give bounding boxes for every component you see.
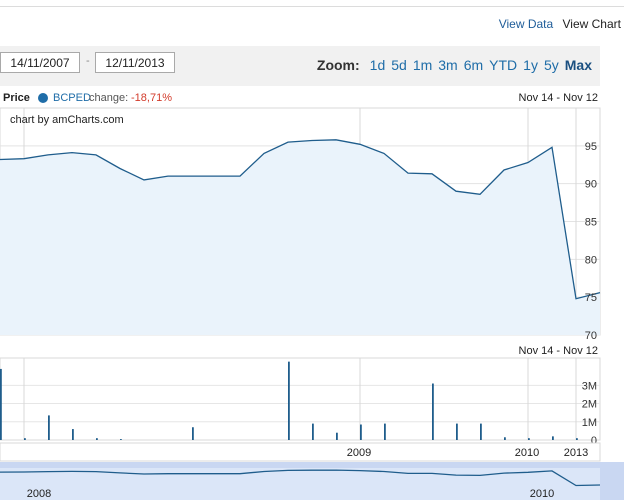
volume-bar (72, 429, 74, 440)
volume-bar (480, 423, 482, 440)
navigator-tick-label: 2010 (515, 447, 539, 459)
volume-tick-label: 1M (582, 417, 597, 429)
navigator-axis-band (0, 442, 601, 462)
scroll-tick-label: 2008 (27, 488, 51, 500)
navigator-tick-label: 2009 (347, 447, 371, 459)
volume-bar (0, 368, 2, 440)
volume-bar (336, 432, 338, 440)
volume-date-range: Nov 14 - Nov 12 (518, 345, 598, 357)
volume-bar (48, 415, 50, 440)
price-tick-label: 85 (585, 217, 597, 229)
chart-credit: chart by amCharts.com (10, 114, 124, 126)
volume-tick-label: 3M (582, 380, 597, 392)
volume-bar (120, 439, 122, 440)
price-tick-label: 70 (585, 330, 597, 342)
navigator-tick-label: 2013 (564, 447, 588, 459)
volume-bar (360, 424, 362, 440)
volume-grid (0, 357, 601, 441)
stock-chart: 959085807570 3M2M1M0 2009 2010 2013 2008 20… (0, 107, 624, 500)
volume-bar (312, 423, 314, 440)
price-area (0, 139, 600, 335)
volume-tick-label: 2M (582, 399, 597, 411)
volume-bar (456, 423, 458, 440)
volume-bar (192, 427, 194, 440)
volume-bar (384, 423, 386, 440)
volume-bar (576, 438, 578, 440)
volume-bar (96, 438, 98, 440)
volume-bar (288, 361, 290, 440)
price-tick-label: 90 (585, 179, 597, 191)
volume-bar (528, 438, 530, 440)
price-tick-label: 95 (585, 141, 597, 153)
navigator-axis: 2009 2010 2013 (0, 442, 601, 462)
volume-bar (432, 383, 434, 440)
volume-plot-area (0, 357, 601, 441)
volume-bar (552, 436, 554, 440)
scroll-tick-label: 2010 (530, 488, 554, 500)
volume-bar (24, 438, 26, 440)
volume-bar (504, 437, 506, 440)
price-tick-label: 75 (585, 292, 597, 304)
navigator-scrollbar[interactable]: 2008 2010 (0, 462, 624, 500)
price-tick-label: 80 (585, 254, 597, 266)
